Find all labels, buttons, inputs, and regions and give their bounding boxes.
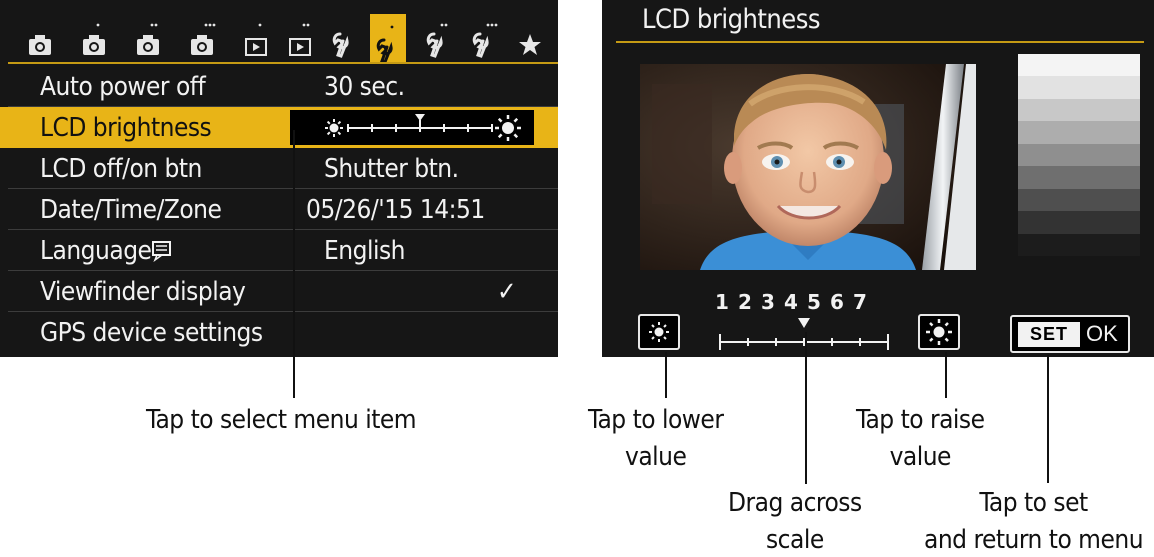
wrench-icon	[332, 32, 349, 58]
menu-tab[interactable]	[326, 22, 362, 58]
sun-large-icon	[926, 319, 952, 345]
menu-item-label: Date/Time/Zone	[40, 194, 222, 225]
callout-text-line: Tap to set	[979, 488, 1088, 518]
menu-item-label: LCD off/on btn	[40, 153, 202, 184]
menu-item-language[interactable]: Language English	[0, 230, 558, 271]
callout-text-line: value	[889, 442, 952, 472]
menu-item-label: Viewfinder display	[40, 276, 246, 307]
lcd-brightness-screen: LCD brightness 1 2 3 4 5 6 7 SET OK	[602, 0, 1154, 357]
menu-tab[interactable]	[282, 22, 318, 58]
brightness-indicator	[290, 110, 534, 145]
grayscale-step	[1018, 121, 1140, 144]
callout-drag-scale: Drag across scale	[728, 485, 862, 557]
scale-number: 2	[738, 290, 752, 314]
camera-icon	[191, 35, 213, 55]
menu-tab[interactable]	[184, 22, 220, 58]
callout-line-lower	[665, 352, 667, 398]
level-marker	[415, 114, 425, 121]
callout-text-line: scale	[765, 525, 824, 555]
menu-item-lcd-brightness[interactable]: LCD brightness	[0, 107, 558, 148]
callout-line-select	[293, 130, 295, 398]
preview-photo	[640, 64, 976, 270]
menu-tab[interactable]	[22, 22, 58, 58]
menu-item-label: LCD brightness	[40, 112, 212, 143]
wrench-icon	[426, 32, 443, 58]
callout-raise-value: Tap to raise value	[856, 402, 985, 476]
menu-tab[interactable]	[238, 22, 274, 58]
scale-number: 7	[853, 290, 867, 314]
scale-number: 6	[830, 290, 844, 314]
menu-item-value: 05/26/'15 14:51	[306, 194, 485, 225]
menu-tab[interactable]	[76, 22, 112, 58]
grayscale-step	[1018, 166, 1140, 189]
menu-tab[interactable]	[130, 22, 166, 58]
camera-icon	[29, 35, 51, 55]
slider-marker	[798, 318, 810, 328]
callout-text-line: Tap to select menu item	[146, 405, 417, 435]
playback-icon	[289, 38, 311, 56]
scale-number: 3	[761, 290, 775, 314]
camera-icon	[83, 35, 105, 55]
callout-text-line: Tap to lower	[588, 405, 724, 435]
grayscale-step	[1018, 143, 1140, 167]
set-ok-button[interactable]: SET OK	[1010, 315, 1130, 353]
star-icon	[519, 34, 541, 55]
grayscale-step	[1018, 211, 1140, 234]
callout-set-return: Tap to set and return to menu	[924, 485, 1144, 557]
grayscale-test-pattern	[1018, 54, 1140, 256]
menu-item-auto-power-off[interactable]: Auto power off 30 sec.	[0, 66, 558, 107]
camera-menu-screen: Auto power off 30 sec. LCD brightness LC…	[0, 0, 558, 357]
grayscale-step	[1018, 76, 1140, 99]
grayscale-step	[1018, 233, 1140, 256]
callout-text-line: and return to menu	[924, 525, 1144, 555]
sun-small-icon	[325, 119, 343, 137]
menu-tab[interactable]	[420, 22, 456, 58]
callout-line-drag	[805, 332, 807, 484]
menu-item-label: GPS device settings	[40, 317, 263, 348]
menu-item-value: Shutter btn.	[324, 153, 459, 184]
screen-title: LCD brightness	[642, 4, 821, 35]
callout-text-line: Tap to raise	[856, 405, 985, 435]
wrench-icon	[472, 32, 489, 58]
menu-tab[interactable]	[512, 22, 548, 58]
grayscale-step	[1018, 188, 1140, 212]
menu-item-label: Language	[40, 236, 173, 266]
sun-large-icon	[495, 115, 521, 141]
language-label-text: Language	[40, 235, 152, 266]
brightness-scale-mini	[325, 114, 521, 141]
tab-underline	[8, 62, 558, 64]
camera-icon	[137, 35, 159, 55]
callout-select-menu-item: Tap to select menu item	[146, 402, 417, 439]
callout-line-set	[1047, 355, 1049, 483]
menu-tab[interactable]	[466, 22, 502, 58]
menu-item-gps-device-settings[interactable]: GPS device settings	[0, 312, 558, 353]
increase-brightness-button[interactable]	[918, 314, 960, 350]
callout-text-line: Drag across	[728, 488, 862, 518]
callout-text-line: value	[625, 442, 687, 472]
title-underline	[616, 41, 1144, 43]
set-label: SET	[1018, 321, 1081, 347]
check-icon: ✓	[497, 276, 517, 307]
playback-icon	[245, 38, 267, 56]
menu-item-lcd-off-on[interactable]: LCD off/on btn Shutter btn.	[0, 148, 558, 189]
language-icon	[152, 240, 172, 262]
grayscale-step	[1018, 54, 1140, 77]
scale-number: 4	[784, 290, 798, 314]
menu-item-value: English	[324, 235, 405, 266]
wrench-icon	[376, 38, 393, 64]
grayscale-step	[1018, 98, 1140, 122]
menu-item-value: 30 sec.	[324, 71, 405, 102]
menu-item-viewfinder-display[interactable]: Viewfinder display ✓	[0, 271, 558, 312]
menu-tab[interactable]	[370, 14, 406, 64]
sun-small-icon	[649, 322, 669, 342]
callout-lower-value: Tap to lower value	[588, 402, 724, 476]
decrease-brightness-button[interactable]	[638, 314, 680, 350]
ok-label: OK	[1086, 321, 1118, 346]
menu-item-label: Auto power off	[40, 71, 206, 102]
callout-line-raise	[945, 352, 947, 398]
menu-tab-bar	[0, 0, 558, 66]
menu-item-date-time-zone[interactable]: Date/Time/Zone 05/26/'15 14:51	[0, 189, 558, 230]
scale-number: 1	[715, 290, 729, 314]
scale-number: 5	[807, 290, 821, 314]
